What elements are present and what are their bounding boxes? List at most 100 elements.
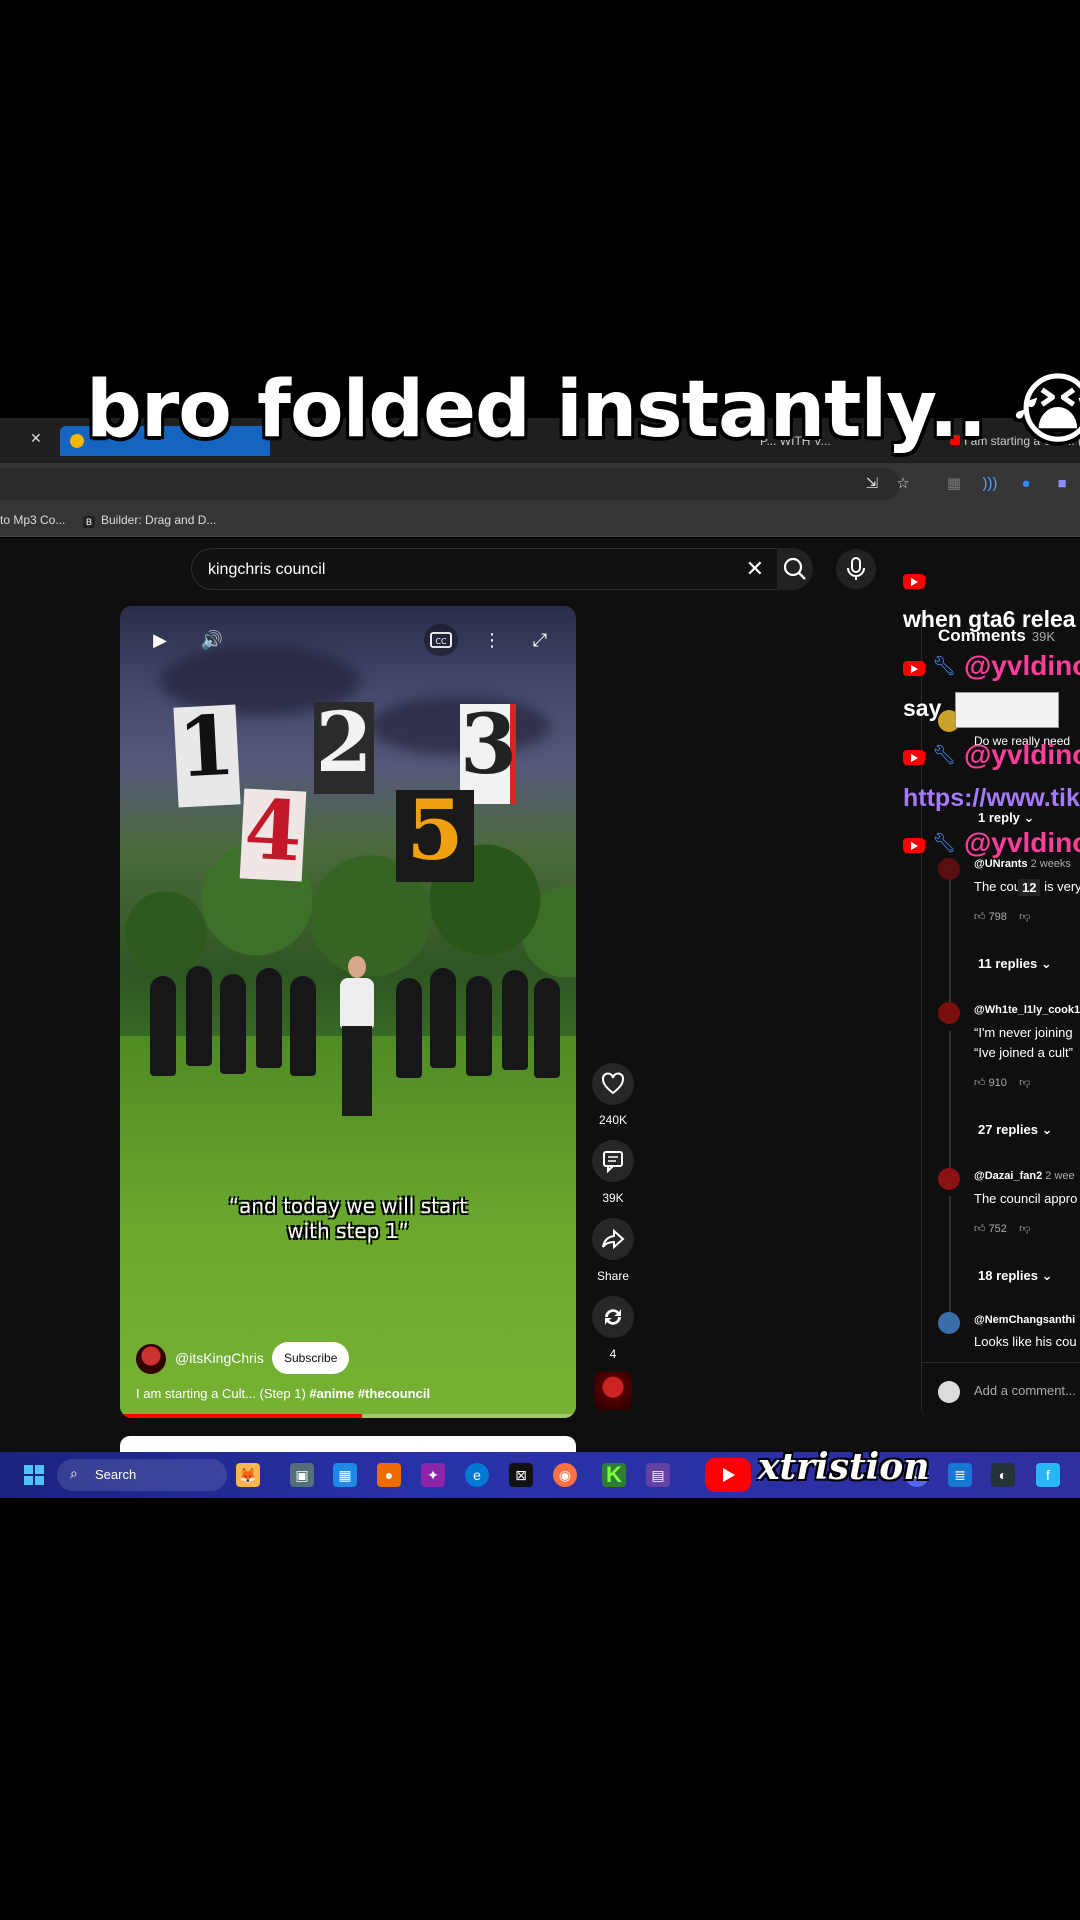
comment-avatar[interactable] [938,1312,960,1334]
video-hashtags[interactable]: #anime #thecouncil [309,1386,430,1401]
volume-icon[interactable]: 🔊 [196,624,228,656]
video-title-text: I am starting a Cult... (Step 1) [136,1386,310,1401]
comment-text: The council appro [974,1191,1078,1206]
bookmarks-bar: to Mp3 Co... B Builder: Drag and D... [0,505,1080,537]
discord-icon[interactable]: ■ [1052,474,1072,494]
twitch-icon[interactable]: ▤ [646,1463,670,1487]
install-app-icon[interactable]: ⇲ [862,474,882,494]
taskbar-search[interactable]: ⌕ Search [57,1459,227,1491]
search-input[interactable]: kingchris council ✕ [191,548,779,590]
subscribe-button[interactable]: Subscribe [272,1342,350,1374]
capcut-icon[interactable]: ⊠ [509,1463,533,1487]
edge-icon[interactable]: e [465,1463,489,1487]
play-icon[interactable]: ▶ [144,624,176,656]
store-icon[interactable]: ▦ [333,1463,357,1487]
bookmark-builder[interactable]: B Builder: Drag and D... [83,513,216,528]
notepad-icon[interactable]: ≣ [948,1463,972,1487]
chat-image [955,692,1059,728]
add-comment-input[interactable]: Add a comment... [974,1383,1076,1398]
robed-figure [186,966,212,1066]
comment-author[interactable]: @Dazai_fan2 2 wee [974,1170,1075,1182]
user-avatar [938,1381,960,1403]
terminal-icon[interactable]: ◐ [991,1463,1015,1487]
like-button[interactable] [592,1063,634,1105]
voice-search-button[interactable] [836,549,876,589]
task-view-icon[interactable]: ▣ [290,1463,314,1487]
share-label: Share [596,1269,630,1283]
app-icon[interactable]: ◉ [553,1463,577,1487]
bookmark-star-icon[interactable]: ☆ [893,474,913,494]
audio-thumbnail[interactable] [594,1372,632,1410]
person-head [348,956,366,978]
video-title[interactable]: I am starting a Cult... (Step 1) #anime … [136,1386,430,1401]
clear-search-icon[interactable]: ✕ [746,556,764,582]
robed-figure [466,976,492,1076]
extension-icon[interactable]: ▦ [944,474,964,494]
fl-studio-icon[interactable]: ● [377,1463,401,1487]
remix-button[interactable] [592,1296,634,1338]
comment-author-name[interactable]: @NemChangsanthi [974,1314,1075,1326]
comment-count: 39K [602,1191,624,1205]
bookmark-mp3[interactable]: to Mp3 Co... [0,513,65,527]
more-options-icon[interactable]: ⋮ [476,624,508,656]
collage-number-1: 1 [173,698,241,808]
read-aloud-icon[interactable]: ))) [980,474,1000,494]
comments-panel: Comments 39K Do we really need 1 reply ⌄ … [921,606,1080,1420]
comment-like[interactable]: 👍︎ 798 👎︎ [974,910,1030,923]
comment-like[interactable]: 👍︎ 910 👎︎ [974,1076,1030,1089]
youtube-icon[interactable] [705,1458,751,1492]
app-icon[interactable]: f [1036,1463,1060,1487]
youtube-chat-icon [903,750,925,765]
comment-author[interactable]: @UNrants 2 weeks [974,858,1071,870]
overlay-caption: bro folded instantly.. 😭💔 [86,365,1080,455]
widget-icon[interactable]: 🦊 [236,1463,260,1487]
windows-start-icon[interactable] [22,1463,46,1487]
comment-text: “I'm never joining [974,1025,1073,1040]
chat-username: @yvldino [964,650,1080,681]
replies-toggle[interactable]: 11 replies ⌄ [978,956,1052,972]
comment-like-count: 910 [988,1077,1007,1089]
captions-button[interactable]: CC [424,624,458,656]
add-comment-bar[interactable]: Add a comment... [922,1362,1080,1420]
thumbs-down-icon[interactable]: 👎︎ [1019,1077,1030,1089]
chat-number: 12 [1018,879,1041,896]
replies-toggle[interactable]: 18 replies ⌄ [978,1268,1053,1284]
comment-avatar[interactable] [938,1002,960,1024]
kick-icon[interactable]: K [602,1463,626,1487]
robed-figure [430,968,456,1068]
search-button[interactable] [777,548,813,590]
comment-avatar[interactable] [938,858,960,880]
youtube-chat-icon [903,838,925,853]
chat-link: https://www.tik [903,784,1080,812]
comment-author-name[interactable]: @Wh1te_l1ly_cook1 [974,1004,1080,1016]
comment-avatar[interactable] [938,1168,960,1190]
progress-bar[interactable] [120,1414,576,1418]
share-button[interactable] [592,1218,634,1260]
next-video-card[interactable] [120,1436,576,1452]
shorts-video-player[interactable]: 1 2 3 4 5 ▶ 🔊 CC ⋮ ⤢ “and today we will … [120,606,576,1418]
comment-icon [603,1151,623,1174]
comment-like[interactable]: 👍︎ 752 👎︎ [974,1222,1030,1235]
fullscreen-icon[interactable]: ⤢ [524,624,556,656]
replies-toggle[interactable]: 27 replies ⌄ [978,1122,1053,1138]
thumbs-down-icon[interactable]: 👎︎ [1019,1223,1030,1235]
robed-figure [534,978,560,1078]
channel-name[interactable]: @itsKingChris [175,1350,264,1366]
tab-close-icon[interactable]: ✕ [30,430,42,447]
captions-icon: CC [430,632,452,648]
copilot-icon[interactable]: ✦ [421,1463,445,1487]
comments-button[interactable] [592,1140,634,1182]
robed-figure [220,974,246,1074]
url-field[interactable] [0,468,900,500]
taskbar-search-label: Search [95,1467,137,1482]
shazam-icon[interactable]: ● [1016,474,1036,494]
robed-figure [150,976,176,1076]
bookmark-builder-label: Builder: Drag and D... [101,513,217,527]
tab-favicon-icon [70,434,84,448]
comment-like-count: 798 [988,911,1007,923]
chat-message: say [903,695,942,721]
thumbs-down-icon[interactable]: 👎︎ [1019,911,1030,923]
channel-avatar[interactable] [136,1344,166,1374]
comment-text: Looks like his cou [974,1334,1077,1349]
remix-icon [605,1309,621,1325]
